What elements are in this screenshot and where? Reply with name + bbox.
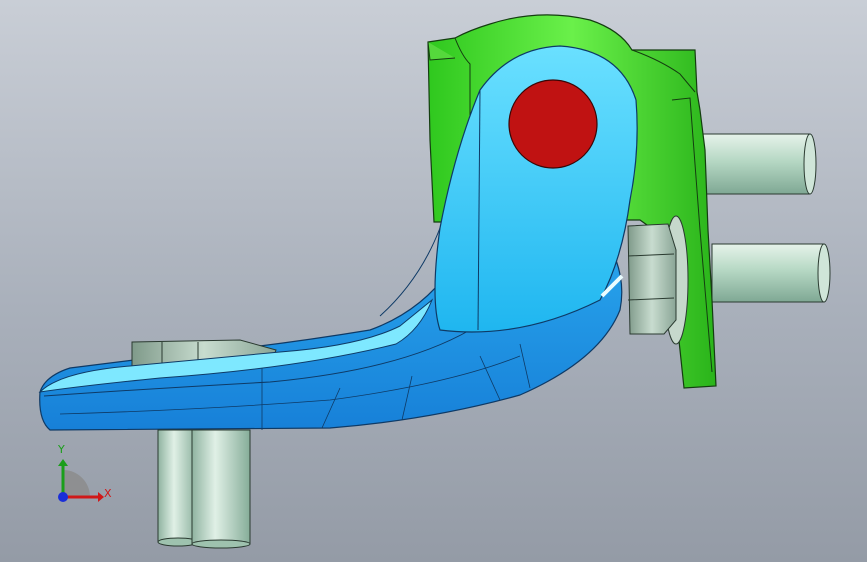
pin-cylinder-lower-right[interactable] <box>711 243 831 303</box>
axis-z-dot-icon <box>58 492 68 502</box>
red-pivot-pin[interactable] <box>508 79 598 169</box>
hex-nut-right[interactable] <box>627 223 677 335</box>
pin-cylinder-upper-right[interactable] <box>699 133 817 195</box>
triad-plane <box>63 470 90 497</box>
axis-y-arrow-icon <box>58 459 68 466</box>
3d-model-view[interactable] <box>0 0 867 562</box>
axis-x-label: X <box>104 487 112 500</box>
pin-cylinder-lower-center[interactable] <box>191 429 251 549</box>
graphics-viewport[interactable]: X Y <box>0 0 867 562</box>
coordinate-triad[interactable] <box>58 459 104 502</box>
axis-y-label: Y <box>58 443 65 456</box>
blue-bracket-lug[interactable] <box>379 45 638 333</box>
